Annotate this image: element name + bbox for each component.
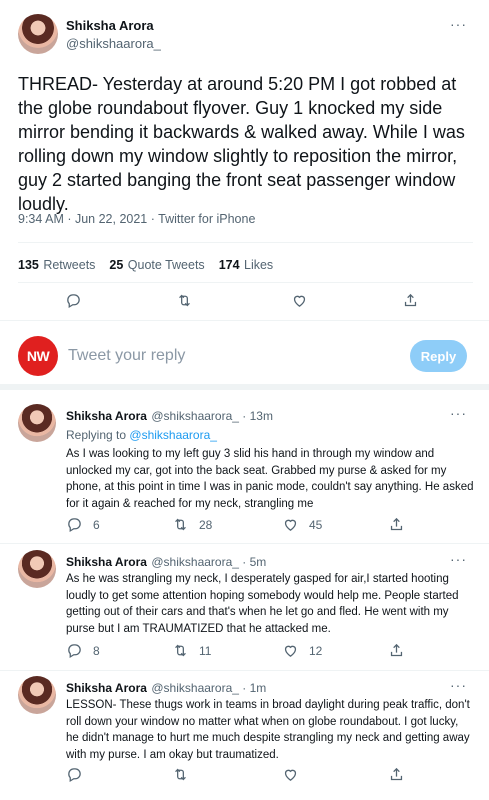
retweet-icon	[175, 644, 186, 657]
reply-submit-button[interactable]: Reply	[410, 340, 467, 372]
divider	[0, 320, 489, 321]
retweets-label: Retweets	[43, 258, 96, 272]
reply-icon	[68, 644, 81, 659]
heart-icon	[284, 519, 297, 531]
likes-count: 174	[218, 258, 240, 272]
reply-avatar[interactable]	[18, 676, 56, 714]
share-icon	[390, 517, 403, 531]
like-count: 45	[309, 517, 323, 532]
share-icon	[390, 767, 403, 781]
reply-author-handle[interactable]: @shikshaarora_ · 1m	[151, 681, 266, 695]
retweet-button[interactable]: 28	[172, 516, 212, 533]
retweet-button[interactable]	[176, 292, 193, 309]
share-button[interactable]	[388, 642, 405, 659]
retweet-icon	[175, 518, 186, 531]
like-button[interactable]	[291, 292, 308, 309]
quotes-label: Quote Tweets	[127, 258, 205, 272]
reply-author-handle[interactable]: @shikshaarora_ · 5m	[151, 555, 266, 569]
heart-icon	[284, 769, 297, 781]
reply-button[interactable]	[65, 292, 82, 309]
share-icon	[404, 293, 417, 307]
retweet-button[interactable]: 11	[172, 642, 211, 659]
like-count: 12	[309, 643, 323, 658]
reply-text: As I was looking to my left guy 3 slid h…	[66, 448, 474, 510]
reply-author-name[interactable]: Shiksha Arora	[66, 681, 147, 695]
retweet-icon	[179, 294, 190, 307]
likes-stat[interactable]: 174 Likes	[219, 256, 274, 274]
reply-text: LESSON- These thugs work in teams in bro…	[66, 699, 470, 761]
reply-text: As he was strangling my neck, I desperat…	[66, 573, 459, 635]
retweet-count: 11	[199, 643, 212, 658]
quotes-stat[interactable]: 25 Quote Tweets	[109, 256, 204, 274]
quotes-count: 25	[109, 258, 124, 272]
retweet-count: 28	[199, 517, 213, 532]
replying-to: Replying to @shikshaarora_	[66, 428, 217, 442]
author-handle[interactable]: @shikshaarora_	[66, 36, 161, 51]
like-button[interactable]: 12	[282, 642, 322, 659]
more-options-button[interactable]: ···	[450, 551, 467, 567]
heart-icon	[284, 645, 297, 657]
share-button[interactable]	[402, 292, 419, 309]
reply-icon	[68, 768, 81, 783]
more-options-button[interactable]: ···	[450, 677, 467, 693]
reply-author-name[interactable]: Shiksha Arora	[66, 555, 147, 569]
reply-header: Shiksha Arora @shikshaarora_ · 13m	[66, 407, 273, 425]
reply-author-name[interactable]: Shiksha Arora	[66, 409, 147, 423]
share-button[interactable]	[388, 766, 405, 783]
replying-to-link[interactable]: @shikshaarora_	[129, 428, 217, 442]
reply-button[interactable]: 8	[66, 642, 100, 659]
reply-count: 8	[93, 643, 100, 658]
more-options-button[interactable]: ···	[450, 16, 467, 32]
user-avatar[interactable]: NW	[18, 336, 58, 376]
reply-button[interactable]	[66, 766, 83, 783]
reply-avatar[interactable]	[18, 550, 56, 588]
like-button[interactable]: 45	[282, 516, 322, 533]
divider	[18, 242, 473, 243]
section-separator	[0, 384, 489, 390]
tweet-text: THREAD- Yesterday at around 5:20 PM I go…	[18, 74, 465, 214]
retweets-stat[interactable]: 135 Retweets	[18, 256, 95, 274]
more-options-button[interactable]: ···	[450, 405, 467, 421]
divider	[0, 543, 489, 544]
reply-button[interactable]: 6	[66, 516, 100, 533]
retweets-count: 135	[18, 258, 39, 272]
author-name[interactable]: Shiksha Arora	[66, 18, 154, 33]
retweet-icon	[175, 768, 186, 781]
reply-header: Shiksha Arora @shikshaarora_ · 5m	[66, 553, 266, 571]
divider	[0, 670, 489, 671]
tweet-stats: 135 Retweets 25 Quote Tweets 174 Likes	[18, 256, 273, 274]
reply-icon	[67, 294, 80, 309]
replying-prefix: Replying to	[66, 428, 127, 442]
share-icon	[390, 643, 403, 657]
reply-count: 6	[93, 517, 100, 532]
heart-icon	[293, 295, 306, 307]
divider	[18, 282, 473, 283]
reply-icon	[68, 518, 81, 533]
author-avatar[interactable]	[18, 14, 58, 54]
retweet-button[interactable]	[172, 766, 189, 783]
like-button[interactable]	[282, 766, 299, 783]
reply-header: Shiksha Arora @shikshaarora_ · 1m	[66, 679, 266, 697]
tweet-timestamp[interactable]: 9:34 AM · Jun 22, 2021 · Twitter for iPh…	[18, 212, 255, 226]
share-button[interactable]	[388, 516, 405, 533]
reply-avatar[interactable]	[18, 404, 56, 442]
likes-label: Likes	[244, 258, 274, 272]
reply-author-handle[interactable]: @shikshaarora_ · 13m	[151, 409, 273, 423]
reply-input[interactable]: Tweet your reply	[68, 347, 185, 365]
